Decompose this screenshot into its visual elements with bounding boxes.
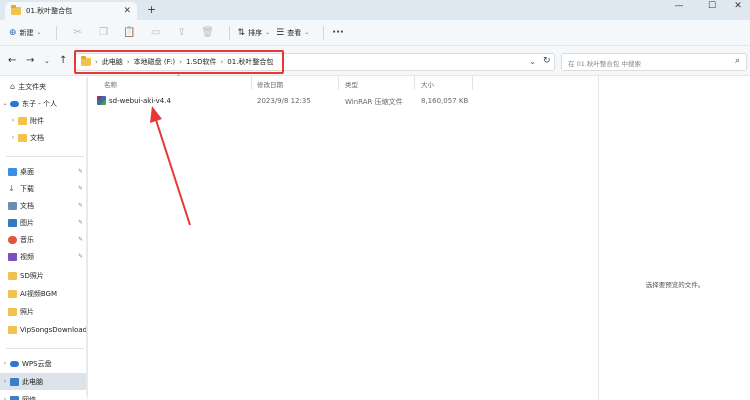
arrow-head [150,106,162,123]
preview-message: 选择要预览的文件。 [645,281,705,289]
arrow-shaft [155,119,191,226]
preview-pane: 选择要预览的文件。 [598,76,750,400]
